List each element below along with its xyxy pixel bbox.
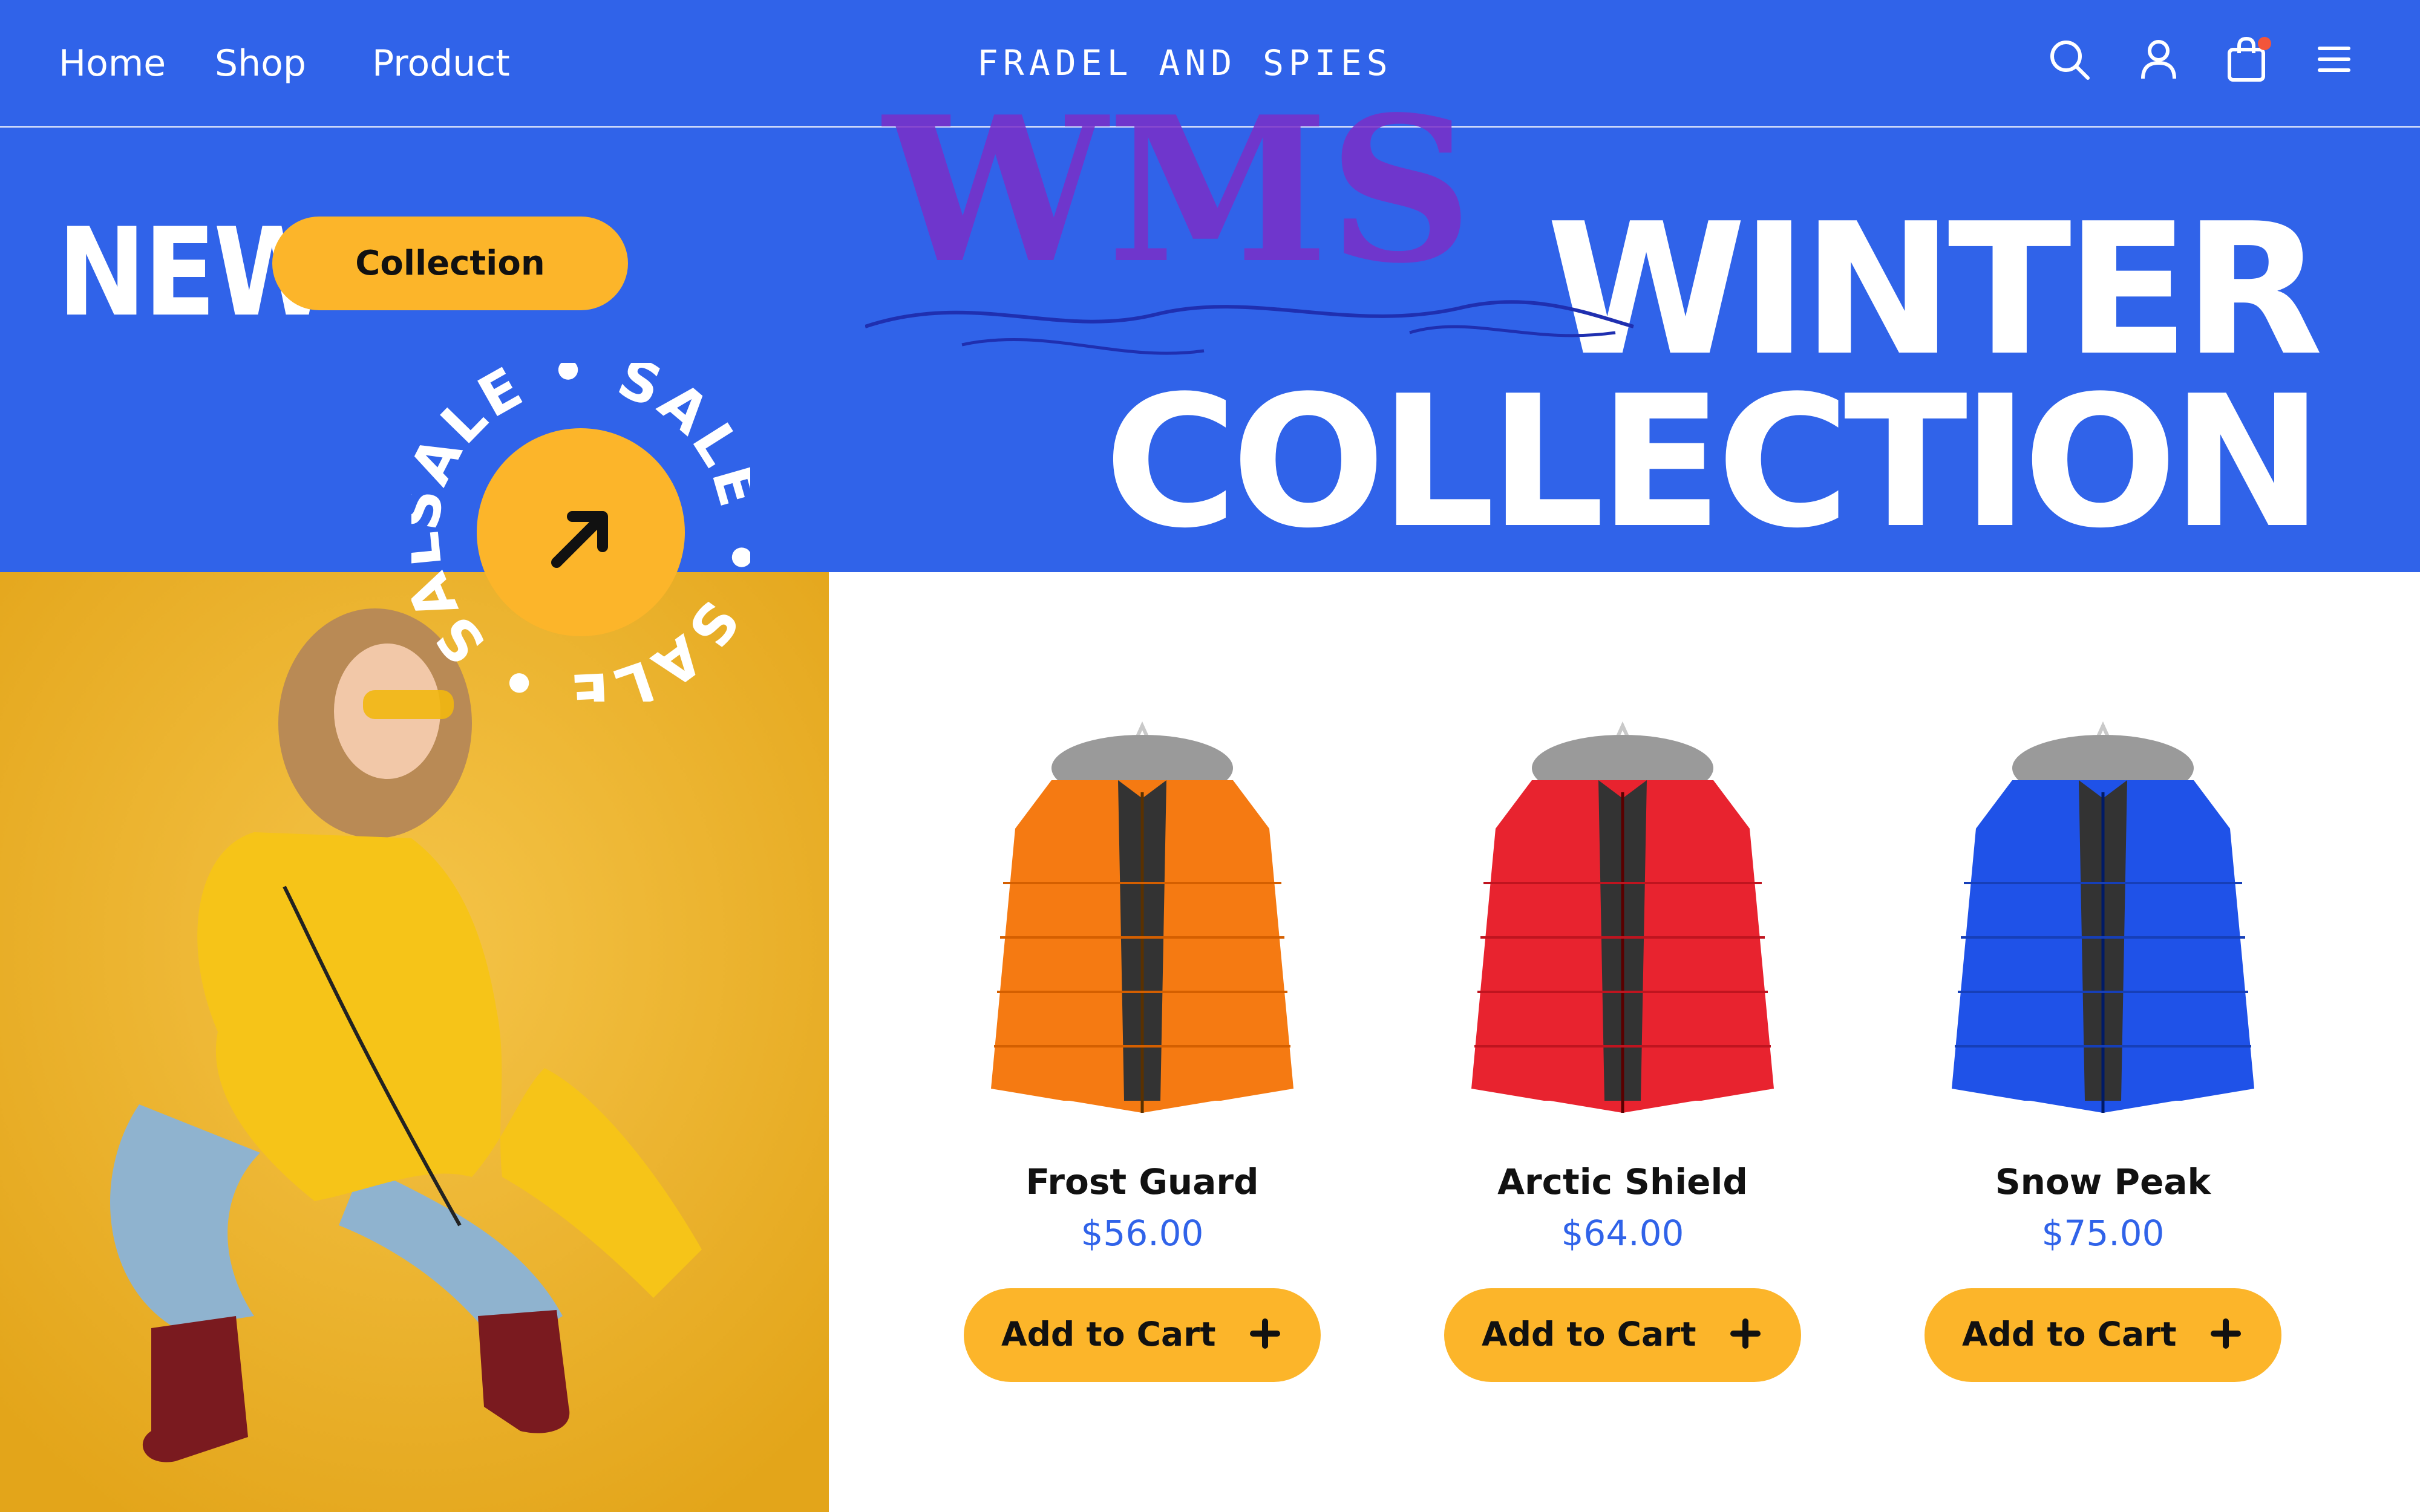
shopping-bag-icon[interactable] — [2223, 35, 2272, 83]
headline-winter: WINTER — [1546, 184, 2323, 396]
watermark-text: WMS — [880, 73, 1473, 307]
product-card[interactable]: Snow Peak $75.00 Add to Cart — [1915, 665, 2291, 1391]
watermark-logo: WMS — [865, 73, 1634, 355]
model-photo — [0, 572, 829, 1512]
nav-home[interactable]: Home — [59, 42, 166, 85]
menu-icon[interactable] — [2310, 35, 2358, 83]
product-name[interactable]: Arctic Shield — [1435, 1161, 1810, 1202]
user-icon[interactable] — [2134, 35, 2183, 83]
add-to-cart-button[interactable]: Add to Cart — [1925, 1288, 2281, 1382]
wave-line-2 — [961, 337, 1205, 355]
nav-shop[interactable]: Shop — [215, 42, 306, 85]
product-card[interactable]: Arctic Shield $64.00 Add to Cart — [1435, 665, 1810, 1391]
cart-notification-dot — [2258, 37, 2271, 50]
product-card[interactable]: Frost Guard $56.00 Add to Cart — [955, 665, 1330, 1391]
product-price: $75.00 — [2041, 1213, 2165, 1254]
plus-icon — [1250, 1318, 1280, 1349]
product-name[interactable]: Snow Peak — [1915, 1161, 2291, 1202]
add-to-cart-label: Add to Cart — [1001, 1315, 1216, 1354]
add-to-cart-label: Add to Cart — [1482, 1315, 1696, 1354]
plus-icon — [2211, 1318, 2241, 1349]
collection-button[interactable]: Collection — [272, 217, 628, 310]
jacket-image-orange — [991, 721, 1293, 1113]
product-price: $56.00 — [1081, 1213, 1204, 1254]
jacket-image-red — [1471, 721, 1774, 1113]
sale-badge[interactable]: SALE • SALE • SALE • SALE • — [411, 363, 750, 702]
wave-line-3 — [1409, 325, 1616, 337]
add-to-cart-label: Add to Cart — [1962, 1315, 2177, 1354]
nav-product[interactable]: Product — [372, 42, 510, 85]
plus-icon — [1730, 1318, 1761, 1349]
headline-collection: COLLECTION — [1104, 357, 2323, 568]
product-name[interactable]: Frost Guard — [955, 1161, 1330, 1202]
search-icon[interactable] — [2045, 35, 2093, 83]
product-price: $64.00 — [1561, 1213, 1684, 1254]
add-to-cart-button[interactable]: Add to Cart — [1444, 1288, 1801, 1382]
model-boot-left — [142, 1316, 248, 1462]
jacket-image-blue — [1952, 721, 2254, 1113]
add-to-cart-button[interactable]: Add to Cart — [964, 1288, 1321, 1382]
